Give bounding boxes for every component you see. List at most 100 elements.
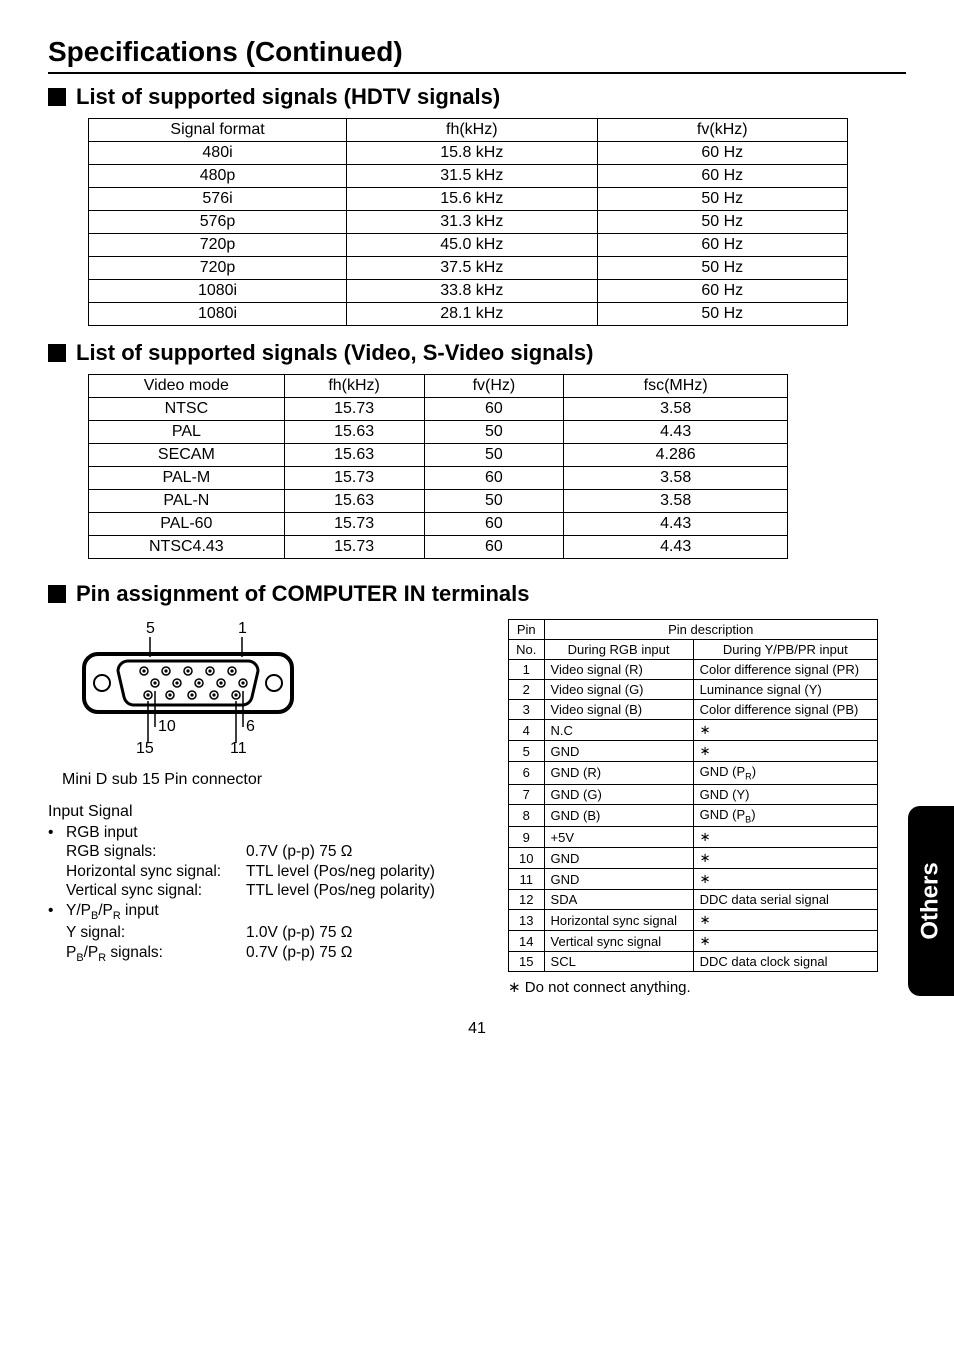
square-bullet-icon — [48, 344, 66, 362]
table-cell: 15.6 kHz — [347, 188, 597, 211]
pbpr-signal-key: PB/PR signals: — [66, 943, 246, 966]
table-row: 13Horizontal sync signal∗ — [509, 910, 878, 931]
bullet-icon: • — [48, 823, 66, 901]
table-row: 720p45.0 kHz60 Hz — [89, 234, 848, 257]
table-row: 10GND∗ — [509, 848, 878, 869]
page-number: 41 — [0, 1020, 954, 1038]
page-title: Specifications (Continued) — [48, 36, 906, 68]
pbpr-signal-line: PB/PR signals: 0.7V (p-p) 75 Ω — [66, 943, 478, 966]
pin-label-1: 1 — [238, 620, 247, 637]
table-row: 12SDADDC data serial signal — [509, 890, 878, 910]
pbpr-k-pre: P — [66, 944, 76, 961]
title-rule — [48, 72, 906, 74]
table-row: 720p37.5 kHz50 Hz — [89, 257, 848, 280]
pin-rgb-cell: GND (G) — [544, 784, 693, 804]
table-cell: 50 Hz — [597, 257, 847, 280]
pin-label-10: 10 — [158, 718, 176, 735]
table-cell: SECAM — [89, 444, 285, 467]
table-cell: 15.63 — [284, 490, 424, 513]
pin-col-no: No. — [509, 640, 545, 660]
table-cell: 33.8 kHz — [347, 280, 597, 303]
table-cell: 50 Hz — [597, 188, 847, 211]
pin-no-cell: 5 — [509, 741, 545, 762]
table-row: 480p31.5 kHz60 Hz — [89, 165, 848, 188]
pin-ypbpr-cell: ∗ — [693, 931, 877, 952]
pin-table: Pin Pin description No. During RGB input… — [508, 619, 878, 972]
pin-ypbpr-cell: ∗ — [693, 848, 877, 869]
table-cell: 31.5 kHz — [347, 165, 597, 188]
square-bullet-icon — [48, 585, 66, 603]
table-cell: PAL-N — [89, 490, 285, 513]
table-cell: 60 Hz — [597, 280, 847, 303]
table-row: 576i15.6 kHz50 Hz — [89, 188, 848, 211]
pin-no-cell: 3 — [509, 700, 545, 720]
ypbpr-input-group: • Y/PB/PR input Y signal: 1.0V (p-p) 75 … — [48, 901, 478, 966]
pin-ypbpr-cell: ∗ — [693, 910, 877, 931]
video-col-fh: fh(kHz) — [284, 375, 424, 398]
table-cell: 720p — [89, 234, 347, 257]
pin-col-ypbpr: During Y/PB/PR input — [693, 640, 877, 660]
table-row: 2Video signal (G)Luminance signal (Y) — [509, 680, 878, 700]
y-signal-line: Y signal: 1.0V (p-p) 75 Ω — [66, 923, 478, 942]
pin-ypbpr-cell: DDC data serial signal — [693, 890, 877, 910]
table-row: PAL15.63504.43 — [89, 421, 788, 444]
table-row: PAL-N15.63503.58 — [89, 490, 788, 513]
hs-line: Horizontal sync signal: TTL level (Pos/n… — [66, 862, 478, 881]
pin-rgb-cell: GND — [544, 741, 693, 762]
table-cell: 480i — [89, 142, 347, 165]
pin-ypbpr-cell: GND (PR) — [693, 762, 877, 785]
table-row: 1Video signal (R)Color difference signal… — [509, 660, 878, 680]
pin-no-cell: 1 — [509, 660, 545, 680]
pin-no-cell: 15 — [509, 952, 545, 972]
pin-label-6: 6 — [246, 718, 255, 735]
table-cell: 60 — [424, 536, 564, 559]
pin-table-body: 1Video signal (R)Color difference signal… — [509, 660, 878, 972]
pin-no-cell: 7 — [509, 784, 545, 804]
y-signal-val: 1.0V (p-p) 75 Ω — [246, 923, 478, 942]
table-row: 1080i28.1 kHz50 Hz — [89, 303, 848, 326]
table-row: 9+5V∗ — [509, 827, 878, 848]
pin-ypbpr-cell: ∗ — [693, 720, 877, 741]
table-row: 3Video signal (B)Color difference signal… — [509, 700, 878, 720]
table-row: PAL-6015.73604.43 — [89, 513, 788, 536]
hdtv-col-fh: fh(kHz) — [347, 119, 597, 142]
ypbpr-text-y: Y/P — [66, 902, 91, 919]
hdtv-table-head: Signal format fh(kHz) fv(kHz) — [89, 119, 848, 142]
table-row: 8GND (B)GND (PB) — [509, 804, 878, 827]
table-cell: 15.73 — [284, 536, 424, 559]
ypbpr-input-label: Y/PB/PR input — [66, 901, 478, 924]
table-cell: 50 — [424, 444, 564, 467]
table-cell: 15.63 — [284, 421, 424, 444]
side-tab-label: Others — [917, 863, 945, 940]
table-cell: 50 — [424, 490, 564, 513]
square-bullet-icon — [48, 88, 66, 106]
table-cell: PAL-M — [89, 467, 285, 490]
rgb-signals-val: 0.7V (p-p) 75 Ω — [246, 842, 478, 861]
video-col-fv: fv(Hz) — [424, 375, 564, 398]
ypbpr-text-tail: input — [121, 902, 159, 919]
pin-col-desc: Pin description — [544, 620, 877, 640]
hdtv-table-body: 480i15.8 kHz60 Hz480p31.5 kHz60 Hz576i15… — [89, 142, 848, 326]
rgb-signals-key: RGB signals: — [66, 842, 246, 861]
vs-key: Vertical sync signal: — [66, 881, 246, 900]
table-cell: PAL — [89, 421, 285, 444]
section-heading-pin-text: Pin assignment of COMPUTER IN terminals — [76, 581, 530, 607]
pin-ypbpr-cell: GND (PB) — [693, 804, 877, 827]
input-signal-list: • RGB input RGB signals: 0.7V (p-p) 75 Ω… — [48, 823, 478, 965]
pin-ypbpr-cell: DDC data clock signal — [693, 952, 877, 972]
pin-right-column: Pin Pin description No. During RGB input… — [478, 619, 906, 996]
table-cell: 480p — [89, 165, 347, 188]
ypbpr-sub-r: R — [113, 910, 121, 922]
video-col-mode: Video mode — [89, 375, 285, 398]
bullet-icon: • — [48, 901, 66, 966]
table-row: 480i15.8 kHz60 Hz — [89, 142, 848, 165]
table-row: 11GND∗ — [509, 869, 878, 890]
table-cell: 3.58 — [564, 398, 788, 421]
pin-no-cell: 13 — [509, 910, 545, 931]
table-cell: 576p — [89, 211, 347, 234]
pbpr-signal-val: 0.7V (p-p) 75 Ω — [246, 943, 478, 966]
table-cell: 60 Hz — [597, 165, 847, 188]
table-cell: 60 — [424, 467, 564, 490]
side-tab-others: Others — [908, 806, 954, 996]
table-cell: NTSC — [89, 398, 285, 421]
